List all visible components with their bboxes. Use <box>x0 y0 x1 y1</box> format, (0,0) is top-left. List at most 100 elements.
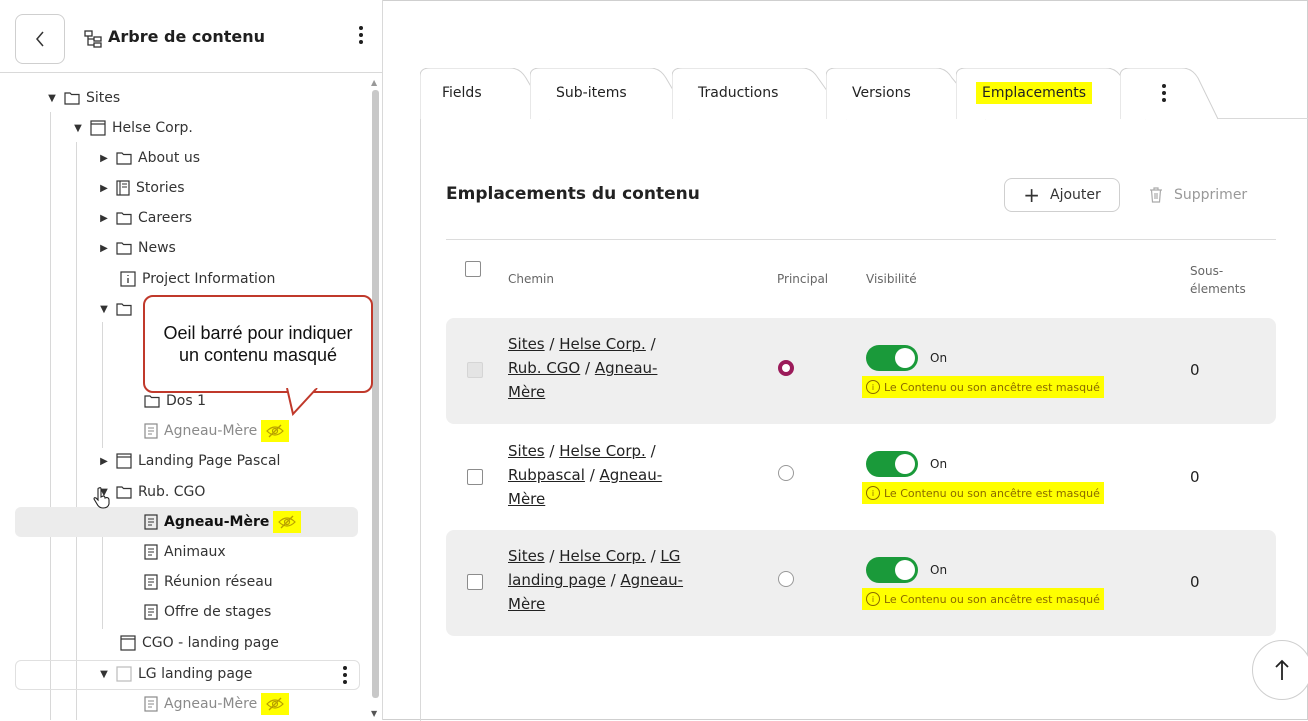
scroll-up-arrow-icon[interactable]: ▲ <box>371 78 377 87</box>
hand-cursor-icon <box>93 487 110 509</box>
document-icon <box>144 544 158 560</box>
sidebar-more-icon[interactable] <box>356 26 366 44</box>
caret-right-icon[interactable]: ▶ <box>96 183 112 194</box>
tree-item-news[interactable]: ▶ News <box>96 233 176 263</box>
hidden-warning-text: Le Contenu ou son ancêtre est masqué <box>884 592 1100 606</box>
path-link[interactable]: landing page <box>508 571 606 589</box>
tree-item-label: About us <box>138 150 201 166</box>
tree-item-helse[interactable]: ▼ Helse Corp. <box>70 113 193 143</box>
principal-radio[interactable] <box>778 571 794 587</box>
back-button[interactable] <box>15 14 65 64</box>
row-checkbox <box>467 362 483 378</box>
visibility-toggle[interactable] <box>866 451 918 477</box>
scroll-down-arrow-icon[interactable]: ▼ <box>371 709 377 718</box>
path-link[interactable]: Rubpascal <box>508 466 585 484</box>
path-link[interactable]: Sites <box>508 547 545 565</box>
path-link[interactable]: Agneau- <box>600 466 663 484</box>
hidden-warning-text: Le Contenu ou son ancêtre est masqué <box>884 380 1100 394</box>
trash-icon <box>1150 187 1162 203</box>
tree-item-animaux[interactable]: Animaux <box>144 537 226 567</box>
visibility-toggle[interactable] <box>866 557 918 583</box>
tree-item-more-icon[interactable] <box>340 666 350 684</box>
path-link[interactable]: Sites <box>508 335 545 353</box>
column-header-path: Chemin <box>508 272 554 286</box>
tree-item-sites[interactable]: ▼ Sites <box>44 83 120 113</box>
hidden-warning: i Le Contenu ou son ancêtre est masqué <box>862 588 1104 610</box>
path-link[interactable]: Helse Corp. <box>559 335 646 353</box>
scroll-thumb[interactable] <box>372 90 379 698</box>
delete-location-button[interactable]: Supprimer <box>1148 186 1247 204</box>
principal-radio[interactable] <box>778 465 794 481</box>
section-title: Emplacements du contenu <box>446 184 700 204</box>
tab-traductions[interactable]: Traductions <box>672 68 847 120</box>
sidebar-header: Arbre de contenu <box>0 0 382 73</box>
path-link[interactable]: Mère <box>508 383 545 401</box>
caret-right-icon[interactable]: ▶ <box>96 153 112 164</box>
path-link[interactable]: Mère <box>508 595 545 613</box>
tree-item-offre[interactable]: Offre de stages <box>144 597 271 627</box>
folder-icon <box>64 92 80 105</box>
tree-item-landing-pascal[interactable]: ▶ Landing Page Pascal <box>96 446 280 476</box>
path-link[interactable]: Helse Corp. <box>559 547 646 565</box>
tree-guide-line <box>102 322 103 448</box>
document-icon <box>144 514 158 530</box>
tree-item-stories[interactable]: ▶ Stories <box>96 173 184 203</box>
caret-down-icon[interactable]: ▼ <box>70 123 86 134</box>
scroll-to-top-button[interactable] <box>1252 640 1308 700</box>
tree-item-careers[interactable]: ▶ Careers <box>96 203 192 233</box>
folder-icon <box>116 152 132 165</box>
document-icon <box>144 423 158 439</box>
row-checkbox[interactable] <box>467 574 483 590</box>
tree-item-label: LG landing page <box>138 666 253 682</box>
tree-item-hidden-folder[interactable]: ▼ <box>96 294 138 324</box>
path-link[interactable]: Agneau- <box>620 571 683 589</box>
path-link[interactable]: Mère <box>508 490 545 508</box>
tree-scrollbar[interactable]: ▲ ▼ <box>370 78 380 720</box>
path-link[interactable]: LG <box>660 547 680 565</box>
tree-item-agneau-selected[interactable]: Agneau-Mère <box>144 507 302 537</box>
caret-down-icon[interactable]: ▼ <box>96 669 112 680</box>
book-icon <box>116 180 130 196</box>
tree-item-label: Sites <box>86 90 121 106</box>
caret-down-icon[interactable]: ▼ <box>44 93 60 104</box>
row-checkbox[interactable] <box>467 469 483 485</box>
caret-right-icon[interactable]: ▶ <box>96 213 112 224</box>
tree-item-rub-cgo[interactable]: ▼ Rub. CGO <box>96 477 205 507</box>
tab-emplacements[interactable]: Emplacements <box>956 68 1146 120</box>
path-link[interactable]: Agneau- <box>595 359 658 377</box>
path-link[interactable]: Helse Corp. <box>559 442 646 460</box>
page-icon <box>116 666 132 682</box>
tree-item-label: Agneau-Mère <box>164 514 270 530</box>
subitems-count: 0 <box>1190 361 1200 379</box>
section-divider <box>446 239 1276 240</box>
tree-guide-line <box>76 142 77 720</box>
path-link[interactable]: Rub. CGO <box>508 359 580 377</box>
visibility-toggle[interactable] <box>866 345 918 371</box>
tree-item-about[interactable]: ▶ About us <box>96 143 200 173</box>
page-icon <box>116 453 132 469</box>
subitems-count: 0 <box>1190 468 1200 486</box>
tab-sub-items[interactable]: Sub-items <box>530 68 690 120</box>
caret-right-icon[interactable]: ▶ <box>96 243 112 254</box>
tree-item-lg-landing[interactable]: ▼ LG landing page <box>96 659 252 689</box>
tree-item-project-info[interactable]: Project Information <box>120 264 275 294</box>
principal-radio-selected[interactable] <box>778 360 794 376</box>
page-icon <box>120 635 136 651</box>
select-all-checkbox[interactable] <box>465 261 481 277</box>
tab-more[interactable] <box>1120 68 1218 120</box>
path-link[interactable]: Sites <box>508 442 545 460</box>
document-icon <box>144 696 158 712</box>
eye-slash-icon <box>261 693 290 715</box>
delete-button-label: Supprimer <box>1174 187 1248 203</box>
tree-item-reunion[interactable]: Réunion réseau <box>144 567 273 597</box>
tree-item-label: Agneau-Mère <box>164 423 258 439</box>
sidebar-title: Arbre de contenu <box>108 27 266 46</box>
tree-item-agneau-hidden-1[interactable]: Agneau-Mère <box>144 416 290 446</box>
callout-tail <box>286 388 318 416</box>
caret-right-icon[interactable]: ▶ <box>96 456 112 467</box>
tree-item-agneau-hidden-3[interactable]: Agneau-Mère <box>144 689 290 719</box>
add-location-button[interactable]: + Ajouter <box>1004 178 1120 212</box>
tree-item-cgo-landing[interactable]: CGO - landing page <box>120 628 279 658</box>
tab-traductions-label: Traductions <box>698 85 779 101</box>
caret-down-icon[interactable]: ▼ <box>96 304 112 315</box>
